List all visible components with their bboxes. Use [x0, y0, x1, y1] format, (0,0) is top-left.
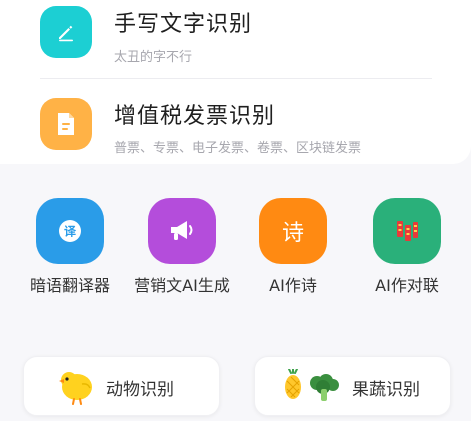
- pill-label: 果蔬识别: [352, 380, 420, 400]
- poem-icon: 诗: [259, 198, 327, 264]
- fruit-vegetable-recognition-button[interactable]: 果蔬识别: [254, 356, 451, 416]
- megaphone-icon: [148, 198, 216, 264]
- animal-recognition-button[interactable]: 动物识别: [23, 356, 220, 416]
- tool-secret-translator[interactable]: 译 暗语翻译器: [15, 198, 125, 298]
- feature-desc: 太丑的字不行: [114, 50, 193, 65]
- translate-icon: 译: [36, 198, 104, 264]
- tool-label: 营销文AI生成: [134, 276, 230, 295]
- feature-title: 手写文字识别: [114, 12, 253, 37]
- tool-label: AI作诗: [269, 276, 317, 295]
- feature-title: 增值税发票识别: [114, 104, 276, 129]
- tool-ai-poem[interactable]: 诗 AI作诗: [238, 198, 348, 298]
- divider: [40, 78, 432, 79]
- tool-label: 暗语翻译器: [29, 276, 110, 295]
- tool-label: AI作对联: [375, 276, 439, 295]
- feature-desc: 普票、专票、电子发票、卷票、区块链发票: [114, 141, 362, 156]
- pill-label: 动物识别: [106, 380, 174, 400]
- document-icon: [40, 98, 92, 150]
- tool-marketing-ai[interactable]: 营销文AI生成: [127, 198, 237, 298]
- chick-icon: [56, 369, 96, 409]
- handwriting-recognition-item[interactable]: 手写文字识别 太丑的字不行: [40, 0, 432, 66]
- fruit-vegetable-icon: [281, 368, 341, 407]
- couplet-icon: [373, 198, 441, 264]
- translate-glyph: 译: [64, 225, 77, 239]
- tool-ai-couplet[interactable]: AI作对联: [352, 198, 462, 298]
- vat-invoice-recognition-item[interactable]: 增值税发票识别 普票、专票、电子发票、卷票、区块链发票: [40, 90, 432, 156]
- feature-card: 手写文字识别 太丑的字不行 增值税发票识别 普票、专票、电子发票、卷票、区块链发…: [0, 0, 471, 164]
- edit-pencil-icon: [40, 6, 92, 58]
- poem-glyph: 诗: [281, 221, 304, 246]
